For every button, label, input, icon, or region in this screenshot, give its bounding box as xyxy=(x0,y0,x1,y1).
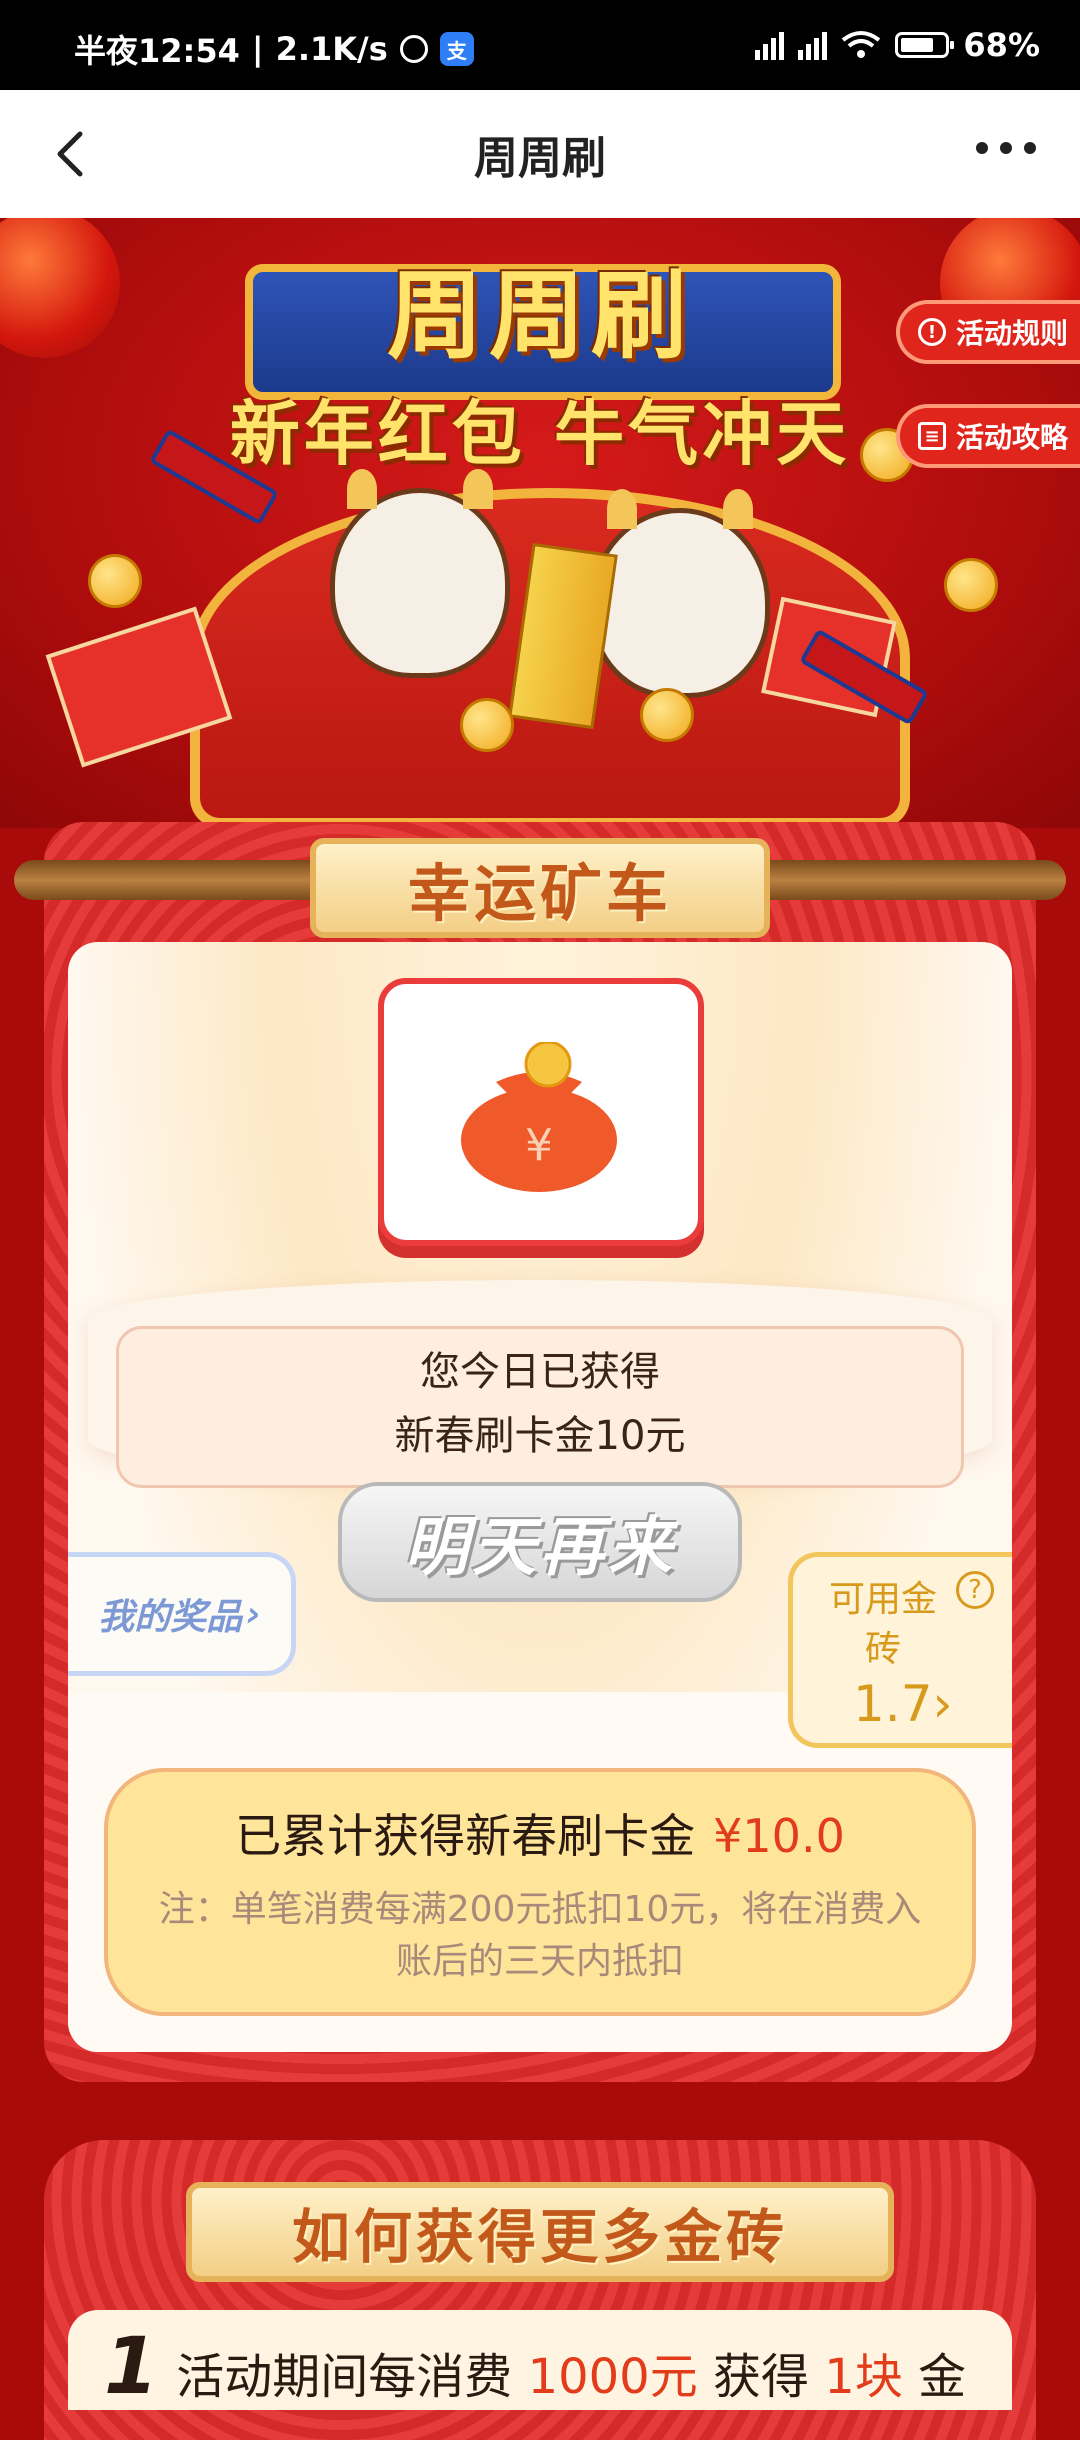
document-icon: ≡ xyxy=(917,422,946,450)
status-bar: 半夜12:54 | 2.1K/s 支 68% xyxy=(0,0,1080,90)
lucky-cart-plaque: 幸运矿车 xyxy=(310,838,770,938)
accumulated-summary: 已累计获得新春刷卡金 ¥10.0 注：单笔消费每满200元抵扣10元，将在消费入账… xyxy=(104,1768,976,2016)
coin-icon xyxy=(88,554,142,608)
help-question-icon[interactable]: ? xyxy=(956,1571,994,1609)
available-gold-value: 1.7› xyxy=(853,1675,953,1733)
alarm-icon xyxy=(399,35,428,63)
coin-icon xyxy=(944,558,998,612)
status-right: 68% xyxy=(755,26,1040,64)
svg-text:¥: ¥ xyxy=(525,1120,553,1171)
lucky-cart-title: 幸运矿车 xyxy=(407,857,672,930)
money-bag-icon: ¥ xyxy=(461,1042,617,1192)
reward-box: ¥ xyxy=(378,978,704,1246)
available-gold-label: 可用金砖 xyxy=(828,1579,937,1670)
ox-cartoon-right-icon xyxy=(590,489,770,698)
step-number: 1 xyxy=(104,2322,159,2412)
nav-bar: 周周刷 xyxy=(0,90,1080,218)
activity-strategy-label: 活动攻略 xyxy=(955,421,1068,454)
wifi-icon xyxy=(842,31,881,58)
status-left: 半夜12:54 | 2.1K/s 支 xyxy=(74,26,474,72)
chevron-right-icon: › xyxy=(932,1675,953,1733)
app-icon: 支 xyxy=(439,32,474,66)
coin-icon xyxy=(460,698,514,752)
signal-hd-icon xyxy=(755,30,785,60)
reward-message-line2: 新春刷卡金10元 xyxy=(394,1413,686,1459)
more-dots-icon[interactable] xyxy=(976,142,1036,154)
status-time: 半夜12:54 xyxy=(74,32,240,70)
battery-level: 68% xyxy=(963,26,1040,64)
my-prizes-button[interactable]: 我的奖品 › xyxy=(68,1552,296,1676)
signal-hd-icon xyxy=(798,30,828,60)
coin-icon xyxy=(640,688,694,742)
ox-cartoon-left-icon xyxy=(330,469,510,678)
available-gold-button[interactable]: 可用金砖 ? 1.7› xyxy=(788,1552,1012,1748)
activity-strategy-button[interactable]: ≡ 活动攻略 xyxy=(895,404,1080,468)
accumulated-label: 已累计获得新春刷卡金 xyxy=(235,1809,696,1863)
info-icon: ! xyxy=(917,318,946,346)
page-title: 周周刷 xyxy=(474,133,606,184)
more-gold-title: 如何获得更多金砖 xyxy=(291,2203,788,2271)
step-item: 1 活动期间每消费 1000元 获得 1块 金 xyxy=(104,2322,967,2412)
chevron-left-icon[interactable] xyxy=(46,128,98,180)
more-gold-plaque: 如何获得更多金砖 xyxy=(186,2182,894,2282)
my-prizes-label: 我的奖品 xyxy=(98,1597,243,1638)
network-speed: 2.1K/s xyxy=(275,30,388,68)
activity-rules-label: 活动规则 xyxy=(955,317,1068,350)
summary-note: 注：单笔消费每满200元抵扣10元，将在消费入账后的三天内抵扣 xyxy=(158,1889,922,1982)
accumulated-amount: ¥10.0 xyxy=(713,1809,845,1863)
reward-message: 您今日已获得 新春刷卡金10元 xyxy=(116,1326,964,1488)
come-back-tomorrow-button[interactable]: 明天再来 xyxy=(330,1482,750,1652)
chevron-right-icon: › xyxy=(246,1593,261,1635)
activity-rules-button[interactable]: ! 活动规则 xyxy=(895,300,1080,364)
reward-message-line1: 您今日已获得 xyxy=(420,1349,660,1395)
battery-icon xyxy=(895,32,955,58)
come-back-tomorrow-label: 明天再来 xyxy=(404,1511,676,1585)
